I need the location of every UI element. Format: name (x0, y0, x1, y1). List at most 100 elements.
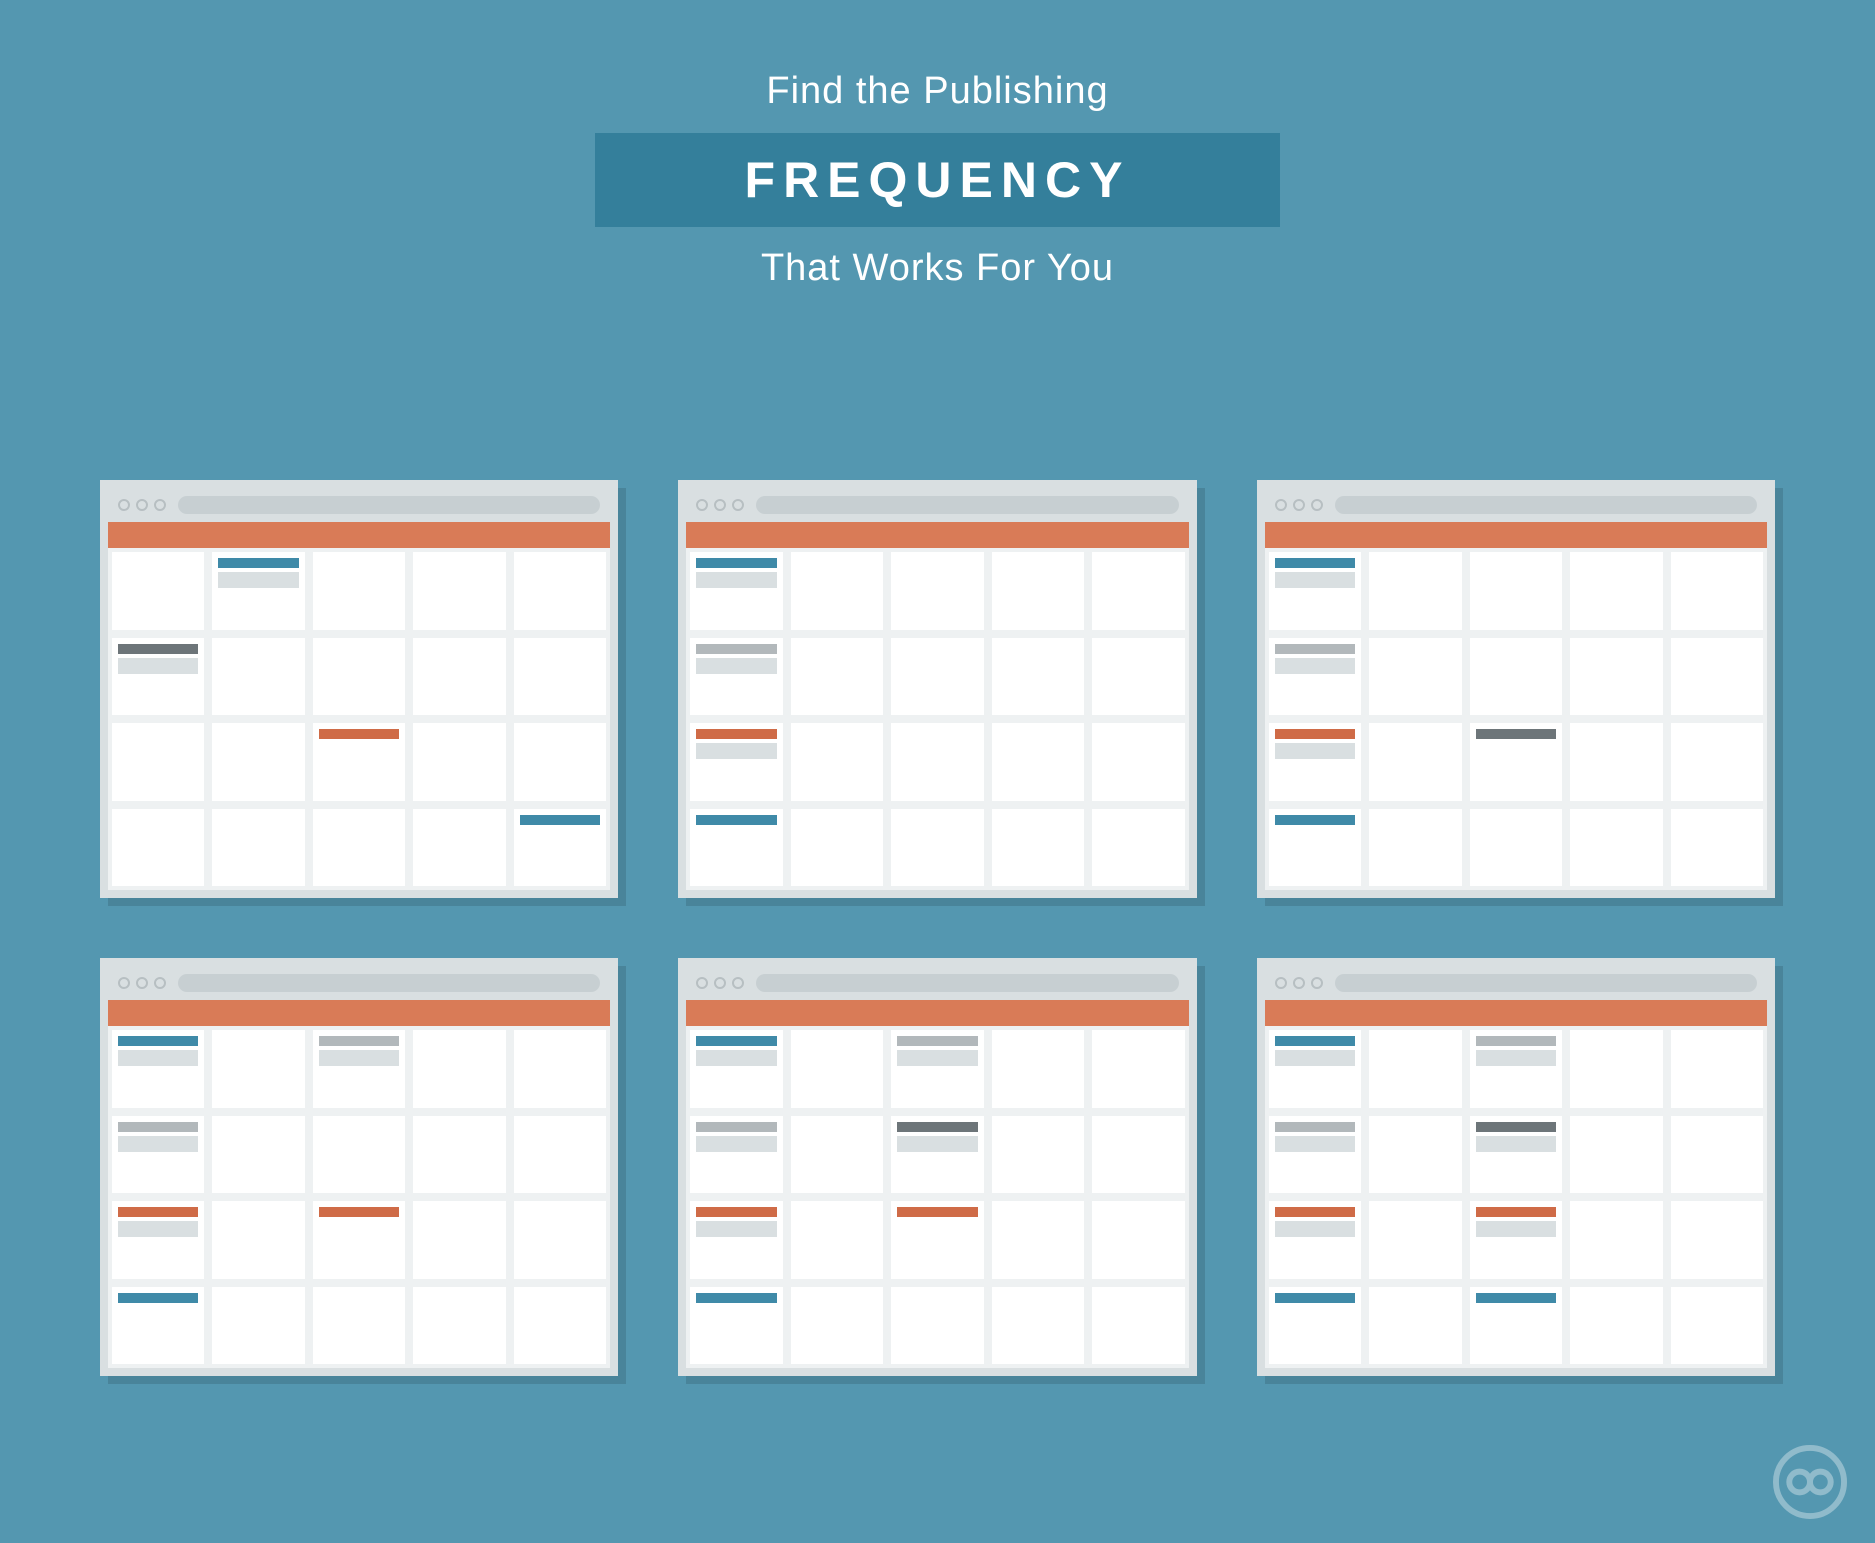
calendar-entry-body (1275, 1221, 1355, 1237)
calendar-cell (787, 805, 887, 891)
calendar-cell (988, 805, 1088, 891)
calendar-cell (1365, 1026, 1465, 1112)
header-banner (108, 1000, 610, 1026)
calendar-cell (309, 805, 409, 891)
calendar-entry-body (218, 572, 298, 588)
calendar-cell (1088, 1112, 1188, 1198)
calendar-entry (1275, 1207, 1355, 1217)
heading-highlight: FREQUENCY (595, 133, 1281, 227)
calendar-cell (988, 1026, 1088, 1112)
address-bar (1335, 496, 1757, 514)
calendar-cell (1265, 1026, 1365, 1112)
calendar-grid (686, 548, 1188, 890)
calendar-entry-body (897, 1136, 977, 1152)
calendar-cell (787, 1197, 887, 1283)
calendar-cell (1265, 1283, 1365, 1369)
calendar-cell (1088, 1283, 1188, 1369)
calendar-cell (1466, 805, 1566, 891)
calendar-entry (696, 1293, 776, 1303)
calendar-cell (309, 1197, 409, 1283)
calendar-entry (1275, 1036, 1355, 1046)
calendar-entry (1476, 1293, 1556, 1303)
calendar-cell (988, 548, 1088, 634)
traffic-light-icon (696, 499, 708, 511)
heading-line-3: That Works For You (0, 247, 1875, 290)
calendar-cell (208, 805, 308, 891)
calendar-cell (1088, 1026, 1188, 1112)
calendar-entry (319, 1207, 399, 1217)
calendar-cell (887, 1026, 987, 1112)
calendar-cell (108, 1283, 208, 1369)
calendar-cell (208, 1112, 308, 1198)
calendar-entry (118, 644, 198, 654)
calendar-cell (1566, 634, 1666, 720)
calendar-grid (686, 1026, 1188, 1368)
calendar-entry (1476, 729, 1556, 739)
calendar-cell (1365, 1283, 1465, 1369)
calendar-entry (696, 729, 776, 739)
calendar-cell (1265, 719, 1365, 805)
calendar-cell (108, 1112, 208, 1198)
calendar-cell (108, 548, 208, 634)
calendar-cell (108, 719, 208, 805)
calendar-entry-body (696, 658, 776, 674)
traffic-light-icon (732, 499, 744, 511)
calendar-entry-body (1476, 1136, 1556, 1152)
calendar-entry (118, 1293, 198, 1303)
browser-chrome (108, 488, 610, 522)
calendar-entry-body (1275, 658, 1355, 674)
calendar-window (100, 480, 618, 898)
calendar-entry-body (319, 1050, 399, 1066)
calendar-entry (118, 1207, 198, 1217)
calendar-cell (1365, 548, 1465, 634)
calendar-cell (988, 634, 1088, 720)
calendar-entry (319, 729, 399, 739)
calendar-cell (309, 634, 409, 720)
browser-chrome (1265, 488, 1767, 522)
calendar-cell (988, 1283, 1088, 1369)
address-bar (756, 974, 1178, 992)
calendar-cell (887, 1283, 987, 1369)
header-banner (686, 1000, 1188, 1026)
calendar-entry-body (1275, 1050, 1355, 1066)
browser-chrome (686, 966, 1188, 1000)
calendar-cell (787, 1283, 887, 1369)
calendar-entry (1275, 644, 1355, 654)
calendar-cell (1088, 634, 1188, 720)
traffic-light-icon (1293, 499, 1305, 511)
calendar-cell (510, 1283, 610, 1369)
calendar-windows-grid (100, 480, 1775, 1376)
calendar-cell (1365, 1112, 1465, 1198)
calendar-cell (409, 805, 509, 891)
calendar-cell (309, 548, 409, 634)
traffic-light-icon (732, 977, 744, 989)
calendar-cell (309, 1112, 409, 1198)
calendar-entry-body (1275, 1136, 1355, 1152)
calendar-cell (409, 548, 509, 634)
calendar-cell (108, 634, 208, 720)
page-heading: Find the Publishing FREQUENCY That Works… (0, 0, 1875, 290)
calendar-cell (887, 805, 987, 891)
calendar-cell (686, 548, 786, 634)
calendar-cell (309, 1026, 409, 1112)
calendar-cell (1667, 1112, 1767, 1198)
calendar-cell (1566, 548, 1666, 634)
calendar-entry-body (1275, 572, 1355, 588)
calendar-cell (787, 634, 887, 720)
calendar-entry (118, 1036, 198, 1046)
traffic-light-icon (118, 499, 130, 511)
address-bar (178, 974, 600, 992)
traffic-light-icon (1275, 977, 1287, 989)
calendar-cell (1667, 719, 1767, 805)
traffic-light-icon (136, 499, 148, 511)
calendar-entry-body (1275, 743, 1355, 759)
calendar-cell (208, 1197, 308, 1283)
calendar-entry (1275, 558, 1355, 568)
calendar-cell (988, 1197, 1088, 1283)
calendar-cell (787, 719, 887, 805)
calendar-entry-body (118, 658, 198, 674)
calendar-cell (1265, 634, 1365, 720)
calendar-grid (1265, 1026, 1767, 1368)
calendar-cell (686, 1112, 786, 1198)
calendar-entry-body (696, 572, 776, 588)
